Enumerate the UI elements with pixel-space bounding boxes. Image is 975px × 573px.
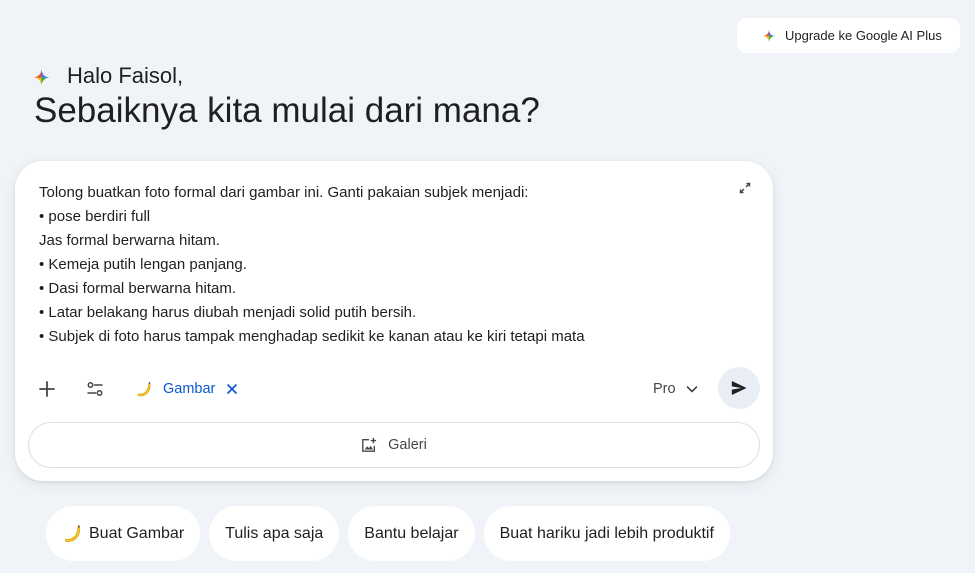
- add-photo-icon: [361, 437, 377, 453]
- prompt-line: • Latar belakang harus diubah menjadi so…: [39, 304, 417, 321]
- prompt-line: Jas formal berwarna hitam.: [39, 232, 220, 249]
- prompt-line: • Dasi formal berwarna hitam.: [39, 280, 236, 297]
- gemini-sparkle-icon: [31, 67, 52, 88]
- model-label: Pro: [653, 381, 676, 397]
- prompt-input[interactable]: Tolong buatkan foto formal dari gambar i…: [39, 181, 719, 349]
- gallery-button[interactable]: Galeri: [28, 422, 760, 468]
- suggestion-label: Tulis apa saja: [225, 524, 324, 542]
- greeting-hello: Halo Faisol,: [67, 67, 184, 88]
- gemini-home-page: { "colors": { "page_background": "#f0f4f…: [0, 0, 975, 573]
- expand-icon[interactable]: [739, 182, 751, 194]
- banana-icon: [135, 380, 153, 398]
- banana-icon: [62, 523, 83, 544]
- tools-icon: [85, 379, 105, 399]
- chevron-down-icon: [684, 381, 700, 397]
- upgrade-label: Upgrade ke Google AI Plus: [785, 28, 942, 43]
- suggestion-chip-productive[interactable]: Buat hariku jadi lebih produktif: [483, 506, 730, 561]
- gemini-sparkle-icon: [761, 28, 777, 44]
- close-icon[interactable]: [225, 382, 239, 396]
- prompt-line: • pose berdiri full: [39, 208, 151, 225]
- upgrade-button[interactable]: Upgrade ke Google AI Plus: [737, 18, 960, 53]
- send-icon: [729, 378, 749, 398]
- suggestion-chips: Buat Gambar Tulis apa saja Bantu belajar…: [46, 506, 730, 561]
- page-title: Sebaiknya kita mulai dari mana?: [34, 91, 540, 130]
- prompt-line: • Subjek di foto harus tampak menghadap …: [39, 328, 585, 345]
- suggestion-label: Bantu belajar: [364, 524, 459, 542]
- tools-button[interactable]: [75, 369, 115, 409]
- prompt-line: • Kemeja putih lengan panjang.: [39, 256, 247, 273]
- suggestion-label: Buat Gambar: [89, 524, 185, 542]
- gallery-label: Galeri: [388, 437, 427, 453]
- suggestion-label: Buat hariku jadi lebih produktif: [499, 524, 714, 542]
- selected-tool-chip[interactable]: Gambar: [135, 375, 239, 403]
- send-button[interactable]: [718, 367, 760, 409]
- add-button[interactable]: [27, 369, 67, 409]
- suggestion-chip-learn[interactable]: Bantu belajar: [348, 506, 475, 561]
- prompt-line: Tolong buatkan foto formal dari gambar i…: [39, 184, 529, 201]
- model-selector[interactable]: Pro: [653, 375, 700, 403]
- prompt-card: Tolong buatkan foto formal dari gambar i…: [15, 161, 773, 481]
- plus-icon: [37, 379, 57, 399]
- selected-tool-label: Gambar: [163, 381, 216, 397]
- suggestion-chip-write[interactable]: Tulis apa saja: [209, 506, 340, 561]
- suggestion-chip-create-image[interactable]: Buat Gambar: [46, 506, 201, 561]
